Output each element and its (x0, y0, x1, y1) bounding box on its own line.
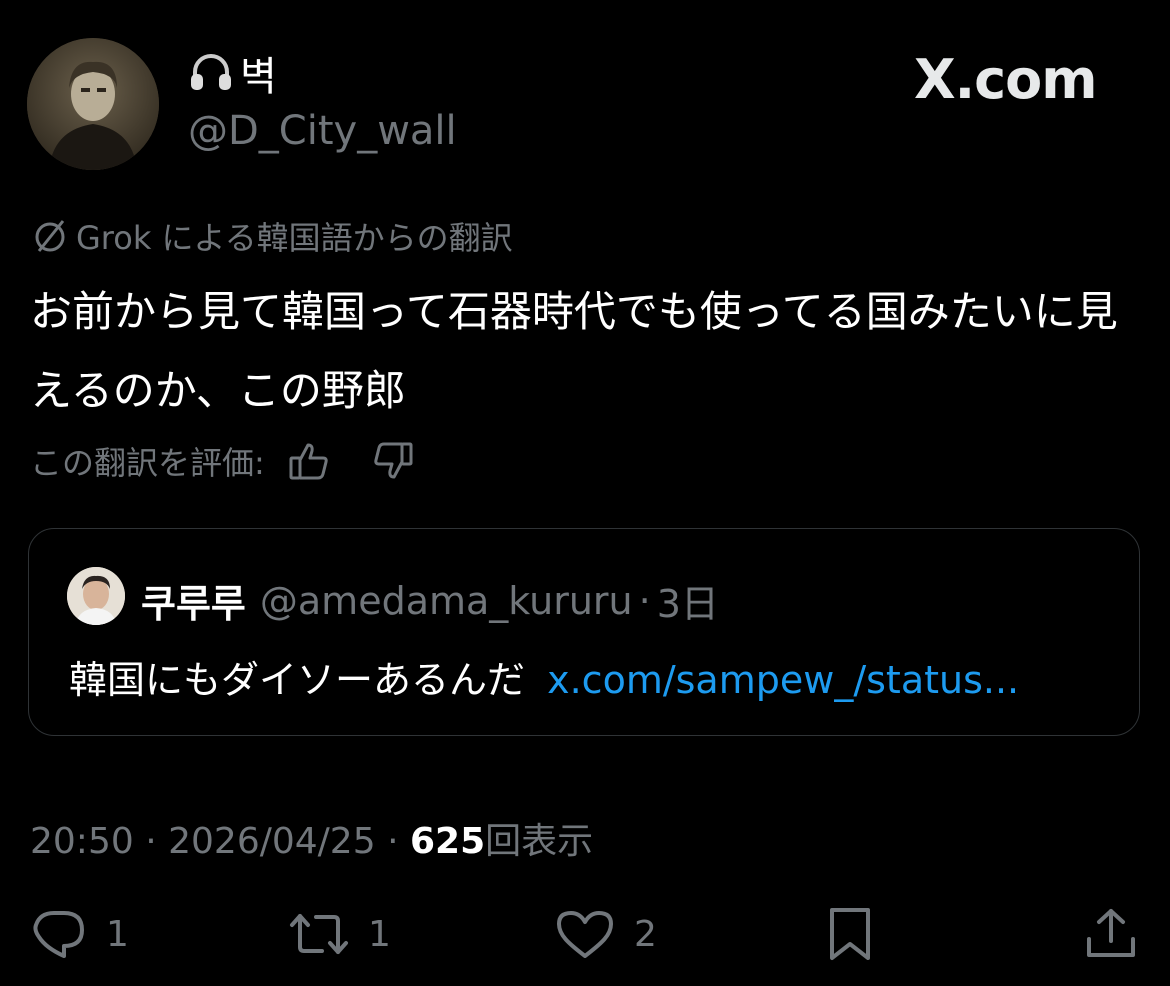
rate-translation-label: この翻訳を評価: (30, 444, 265, 482)
view-count-label: 回表示 (485, 821, 594, 862)
bookmark-icon (824, 905, 876, 963)
meta-separator: · (145, 821, 157, 862)
tweet-date[interactable]: 2026/04/25 (168, 821, 376, 862)
heart-icon (554, 905, 616, 963)
quoted-separator: · (638, 578, 651, 623)
rate-translation-row: この翻訳を評価: (30, 438, 415, 484)
bookmark-button[interactable] (824, 905, 876, 963)
quoted-text: 韓国にもダイソーあるんだ (69, 658, 526, 702)
x-com-logo: X.com (914, 48, 1098, 111)
like-count: 2 (634, 913, 657, 955)
quoted-link[interactable]: x.com/sampew_/status... (547, 658, 1019, 702)
reply-icon (30, 905, 88, 963)
tweet-time[interactable]: 20:50 (30, 821, 134, 862)
repost-button[interactable]: 1 (288, 905, 391, 963)
share-icon (1082, 905, 1140, 963)
meta-separator: · (387, 821, 399, 862)
like-button[interactable]: 2 (554, 905, 657, 963)
view-count: 625 (409, 821, 486, 862)
share-button[interactable] (1082, 905, 1140, 963)
headphones-icon (188, 50, 234, 96)
tweet-text: お前から見て韓国って石器時代でも使ってる国みたいに見えるのか、この野郎 (30, 287, 1118, 415)
author-handle[interactable]: @D_City_wall (188, 108, 457, 154)
quoted-text-line: 韓国にもダイソーあるんだ x.com/sampew_/status... (69, 649, 1019, 704)
quoted-header: 쿠루루 @amedama_kururu · 3日 (141, 573, 719, 628)
thumbs-down-icon[interactable] (371, 439, 415, 483)
display-name-text: 벽 (240, 54, 277, 100)
translation-note-text: Grok による韓国語からの翻訳 (76, 219, 513, 257)
thumbs-up-icon[interactable] (287, 439, 331, 483)
quoted-author-avatar[interactable] (67, 567, 125, 625)
reply-button[interactable]: 1 (30, 905, 129, 963)
quoted-time: 3日 (656, 582, 719, 626)
reply-count: 1 (106, 913, 129, 955)
quoted-display-name[interactable]: 쿠루루 (141, 573, 246, 628)
repost-icon (288, 905, 350, 963)
tweet-meta: 20:50 · 2026/04/25 · 625回表示 (30, 812, 593, 864)
repost-count: 1 (368, 913, 391, 955)
quoted-handle[interactable]: @amedama_kururu (260, 579, 633, 623)
grok-slash-icon (30, 216, 70, 256)
translation-note: Grok による韓国語からの翻訳 (30, 213, 513, 259)
author-avatar[interactable] (27, 38, 159, 170)
quoted-tweet-card[interactable]: 쿠루루 @amedama_kururu · 3日 韓国にもダイソーあるんだ x.… (28, 528, 1140, 736)
author-display-name[interactable]: 벽 (188, 44, 277, 102)
